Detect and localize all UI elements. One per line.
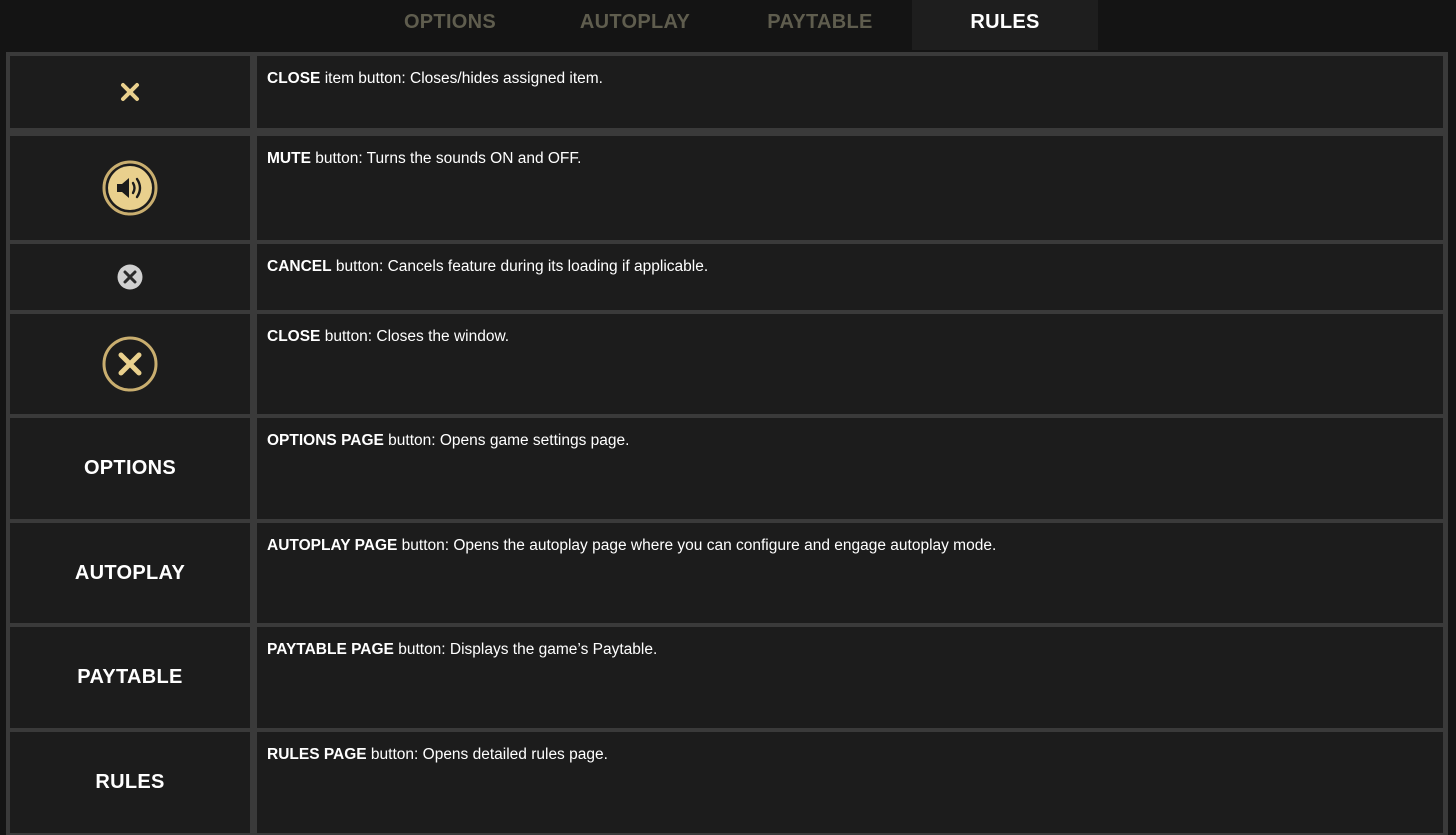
description-cell: MUTE button: Turns the sounds ON and OFF… — [257, 136, 1443, 240]
autoplay-page-label: AUTOPLAY — [74, 561, 186, 584]
speaker-mute-icon — [102, 160, 158, 216]
table-row: OPTIONS OPTIONS PAGE button: Opens game … — [6, 414, 1448, 519]
description-text: button: Opens game settings page. — [383, 432, 630, 449]
table-row: CLOSE item button: Closes/hides assigned… — [6, 52, 1448, 132]
description-bold: OPTIONS PAGE — [267, 432, 384, 449]
table-row: CANCEL button: Cancels feature during it… — [6, 240, 1448, 310]
description-bold: RULES PAGE — [267, 746, 367, 763]
description-text: button: Turns the sounds ON and OFF. — [310, 150, 582, 167]
cancel-circle-x-icon — [117, 264, 143, 290]
rules-page-label: RULES — [95, 771, 165, 793]
description-text: button: Opens detailed rules page. — [366, 746, 608, 763]
icon-cell — [10, 314, 250, 414]
description-cell: RULES PAGE button: Opens detailed rules … — [257, 732, 1443, 833]
description-text: button: Displays the game’s Paytable. — [393, 641, 658, 658]
description-text: button: Closes the window. — [320, 328, 510, 345]
description-bold: AUTOPLAY PAGE — [267, 537, 398, 554]
tab-rules[interactable]: RULES — [912, 0, 1098, 50]
icon-cell: AUTOPLAY — [10, 523, 250, 623]
top-tab-bar: OPTIONS AUTOPLAY PAYTABLE RULES — [0, 0, 1456, 50]
description-bold: MUTE — [267, 150, 311, 167]
description-bold: CLOSE — [267, 328, 321, 345]
table-row: PAYTABLE PAYTABLE PAGE button: Displays … — [6, 623, 1448, 728]
description-bold: PAYTABLE PAGE — [267, 641, 394, 658]
tab-autoplay[interactable]: AUTOPLAY — [555, 0, 715, 50]
description-cell: AUTOPLAY PAGE button: Opens the autoplay… — [257, 523, 1443, 623]
tab-options[interactable]: OPTIONS — [370, 0, 530, 50]
options-page-label: OPTIONS — [83, 457, 177, 479]
table-row: MUTE button: Turns the sounds ON and OFF… — [6, 132, 1448, 240]
close-circle-x-icon — [102, 336, 158, 392]
description-bold: CANCEL — [267, 258, 332, 275]
description-text: button: Cancels feature during its loadi… — [331, 258, 709, 275]
table-row: RULES RULES PAGE button: Opens detailed … — [6, 728, 1448, 835]
description-cell: OPTIONS PAGE button: Opens game settings… — [257, 418, 1443, 519]
description-cell: CANCEL button: Cancels feature during it… — [257, 244, 1443, 310]
rules-button-table[interactable]: CLOSE item button: Closes/hides assigned… — [6, 52, 1448, 835]
description-cell: PAYTABLE PAGE button: Displays the game’… — [257, 627, 1443, 728]
close-item-x-icon — [121, 83, 139, 101]
icon-cell — [10, 136, 250, 240]
icon-cell — [10, 56, 250, 128]
description-cell: CLOSE item button: Closes/hides assigned… — [257, 56, 1443, 128]
description-text: button: Opens the autoplay page where yo… — [397, 537, 997, 554]
table-row: AUTOPLAY AUTOPLAY PAGE button: Opens the… — [6, 519, 1448, 623]
table-row: CLOSE button: Closes the window. — [6, 310, 1448, 414]
description-bold: CLOSE — [267, 70, 321, 87]
tab-paytable[interactable]: PAYTABLE — [740, 0, 900, 50]
icon-cell: RULES — [10, 732, 250, 833]
description-cell: CLOSE button: Closes the window. — [257, 314, 1443, 414]
description-text: item button: Closes/hides assigned item. — [320, 70, 603, 87]
paytable-page-label: PAYTABLE — [77, 666, 183, 688]
icon-cell: OPTIONS — [10, 418, 250, 519]
icon-cell: PAYTABLE — [10, 627, 250, 728]
icon-cell — [10, 244, 250, 310]
